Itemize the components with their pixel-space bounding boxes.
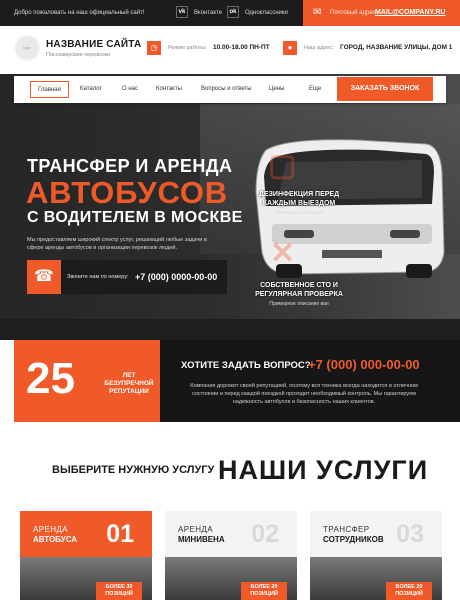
nav-item-contacts[interactable]: Контакты: [156, 86, 182, 92]
hero-description: Мы предоставляем широкий спектр услуг, р…: [27, 237, 207, 251]
welcome-text: Добро пожаловать на наш официальный сайт…: [14, 10, 145, 16]
nav-item-prices[interactable]: Цены: [269, 86, 284, 92]
site-subtitle: Пассажирские перевозки: [46, 52, 111, 58]
mail-box: ✉ Почтовый адрес: MAIL@COMPANY.RU: [303, 0, 460, 26]
service-card-number: 02: [251, 520, 279, 548]
service-card-line1: ТРАНСФЕР: [323, 525, 370, 534]
service-card-minivan-rental[interactable]: АРЕНДА МИНИВЕНА 02 БОЛЕЕ 20 ПОЗИЦИЙ: [165, 511, 297, 600]
hero-title-line3: С ВОДИТЕЛЕМ В МОСКВЕ: [27, 209, 243, 226]
feature-2-title: СОБСТВЕННОЕ СТО И РЕГУЛЯРНАЯ ПРОВЕРКА: [255, 282, 343, 298]
road: [0, 319, 460, 340]
hours-value: 10.00-18.00 ПН-ПТ: [213, 44, 270, 51]
feature-1-title: ДЕЗИНФЕКЦИЯ ПЕРЕД КАЖДЫМ ВЫЕЗДОМ: [258, 191, 340, 207]
badge-line1: БОЛЕЕ 20: [250, 584, 278, 590]
ok-icon[interactable]: ok: [227, 6, 239, 18]
hero-title-line1: ТРАНСФЕР И АРЕНДА: [27, 156, 233, 176]
service-card-staff-transfer[interactable]: ТРАНСФЕР СОТРУДНИКОВ 03 БОЛЕЕ 20 ПОЗИЦИЙ: [310, 511, 442, 600]
badge-line1: БОЛЕЕ 20: [395, 584, 423, 590]
nav-item-home[interactable]: Главная: [30, 81, 69, 98]
mail-label: Почтовый адрес:: [330, 10, 378, 16]
site-header: logo НАЗВАНИЕ САЙТА Пассажирские перевоз…: [0, 26, 460, 74]
address-label: Наш адрес:: [304, 45, 334, 51]
service-card-line2: МИНИВЕНА: [178, 535, 225, 544]
years-label: ЛЕТ БЕЗУПРЕЧНОЙ РЕПУТАЦИИ: [104, 372, 154, 395]
logo[interactable]: logo: [14, 35, 40, 61]
envelope-icon: ✉: [313, 7, 322, 18]
vk-icon[interactable]: vk: [176, 6, 188, 18]
call-box: ☎ Звоните нам по номеру: +7 (000) 0000-0…: [27, 260, 227, 294]
top-bar: Добро пожаловать на наш официальный сайт…: [0, 0, 460, 26]
question-phone[interactable]: +7 (000) 000-00-00: [308, 357, 420, 372]
clock-icon: ◷: [147, 41, 161, 55]
service-card-line1: АРЕНДА: [33, 525, 68, 534]
service-card-line2: АВТОБУСА: [33, 535, 78, 544]
service-card-number: 03: [396, 520, 424, 548]
mail-link[interactable]: MAIL@COMPANY.RU: [375, 9, 445, 16]
call-label: Звоните нам по номеру:: [67, 274, 129, 280]
reputation-text: Компания дорожит своей репутацией, поэто…: [190, 383, 418, 405]
badge-line2: ПОЗИЦИЙ: [250, 591, 278, 597]
service-card-line1: АРЕНДА: [178, 525, 213, 534]
nav-item-faq[interactable]: Вопросы и ответы: [201, 86, 252, 92]
services-title: НАШИ УСЛУГИ: [218, 455, 429, 485]
ok-link[interactable]: Одноклассники: [245, 10, 288, 16]
feature-1-subtitle: Примерное описание: [274, 210, 324, 216]
nav-item-about[interactable]: О нас: [122, 86, 138, 92]
main-nav: Главная Каталог О нас Контакты Вопросы и…: [14, 76, 446, 103]
feature-2-subtitle: Примерное описание ван: [269, 301, 329, 307]
service-card-bus-rental[interactable]: АРЕНДА АВТОБУСА 01 БОЛЕЕ 30 ПОЗИЦИЙ: [20, 511, 152, 600]
question-title: ХОТИТЕ ЗАДАТЬ ВОПРОС?: [181, 360, 311, 371]
badge-line1: БОЛЕЕ 30: [105, 584, 133, 590]
phone-icon: ☎: [27, 260, 61, 294]
hours-label: Режим работы:: [168, 45, 207, 51]
nav-item-catalog[interactable]: Каталог: [80, 86, 102, 92]
hero-title-line2: АВТОБУСОВ: [26, 175, 228, 210]
call-phone[interactable]: +7 (000) 0000-00-00: [135, 272, 217, 282]
location-pin-icon: ●: [283, 41, 297, 55]
service-card-badge: БОЛЕЕ 30 ПОЗИЦИЙ: [96, 582, 142, 600]
address-value: ГОРОД, НАЗВАНИЕ УЛИЦЫ, ДОМ 1: [340, 44, 453, 51]
order-call-button[interactable]: ЗАКАЗАТЬ ЗВОНОК: [337, 77, 433, 101]
vk-link[interactable]: Вконтакте: [194, 10, 222, 16]
site-name[interactable]: НАЗВАНИЕ САЙТА: [46, 39, 141, 50]
badge-line2: ПОЗИЦИЙ: [395, 591, 423, 597]
years-number: 25: [26, 354, 75, 403]
service-card-number: 01: [106, 520, 134, 548]
service-card-line2: СОТРУДНИКОВ: [323, 535, 384, 544]
service-card-badge: БОЛЕЕ 20 ПОЗИЦИЙ: [241, 582, 287, 600]
feature-icon-1: ▢: [268, 149, 297, 182]
feature-icon-2: ✕: [270, 237, 296, 270]
nav-item-more[interactable]: Еще: [309, 86, 321, 92]
services-subtitle: ВЫБЕРИТЕ НУЖНУЮ УСЛУГУ: [52, 464, 215, 476]
service-card-badge: БОЛЕЕ 20 ПОЗИЦИЙ: [386, 582, 432, 600]
years-block: 25 ЛЕТ БЕЗУПРЕЧНОЙ РЕПУТАЦИИ: [14, 340, 160, 422]
badge-line2: ПОЗИЦИЙ: [105, 591, 133, 597]
